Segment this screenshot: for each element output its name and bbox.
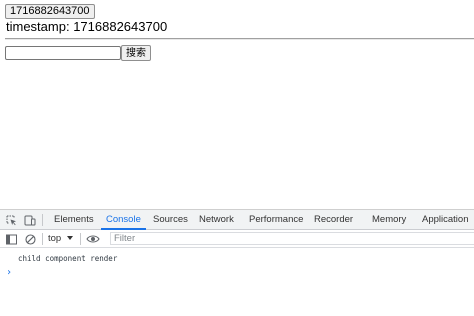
search-input[interactable] [5, 46, 121, 60]
live-expression-icon[interactable] [86, 233, 100, 245]
timestamp-value: 1716882643700 [73, 19, 168, 34]
horizontal-divider [5, 38, 474, 40]
devtools-panel: Elements Console Sources Network Perform… [0, 209, 474, 316]
console-filter-input[interactable] [110, 232, 474, 245]
timestamp-button[interactable]: 1716882643700 [5, 4, 95, 19]
devtools-tab-bar: Elements Console Sources Network Perform… [0, 210, 474, 230]
tab-memory[interactable]: Memory [372, 210, 406, 229]
chevron-down-icon [67, 236, 74, 240]
context-selector-value: top [48, 233, 62, 244]
tab-console[interactable]: Console [101, 210, 146, 230]
tab-network[interactable]: Network [199, 210, 234, 229]
search-button[interactable]: 搜索 [121, 45, 151, 61]
context-selector[interactable]: top [48, 232, 74, 246]
inspect-element-icon[interactable] [5, 214, 17, 226]
tab-performance[interactable]: Performance [249, 210, 303, 229]
console-prompt-icon[interactable]: › [6, 267, 12, 279]
tab-recorder[interactable]: Recorder [314, 210, 353, 229]
tab-elements[interactable]: Elements [54, 210, 94, 229]
timestamp-prefix: timestamp: [6, 19, 74, 34]
tab-sources[interactable]: Sources [153, 210, 188, 229]
console-output: child component render › [0, 248, 474, 316]
toolbar-separator [42, 214, 43, 226]
console-log-message: child component render [18, 254, 118, 263]
tab-application[interactable]: Application [422, 210, 468, 229]
browser-viewport: 1716882643700 timestamp: 1716882643700 搜… [0, 0, 474, 316]
clear-console-icon[interactable] [24, 233, 36, 245]
toolbar-separator [42, 233, 43, 245]
sidebar-toggle-icon[interactable] [5, 233, 17, 245]
timestamp-text: timestamp: 1716882643700 [6, 19, 167, 35]
console-toolbar: top [0, 230, 474, 248]
toolbar-separator [80, 233, 81, 245]
device-toolbar-icon[interactable] [24, 214, 36, 226]
